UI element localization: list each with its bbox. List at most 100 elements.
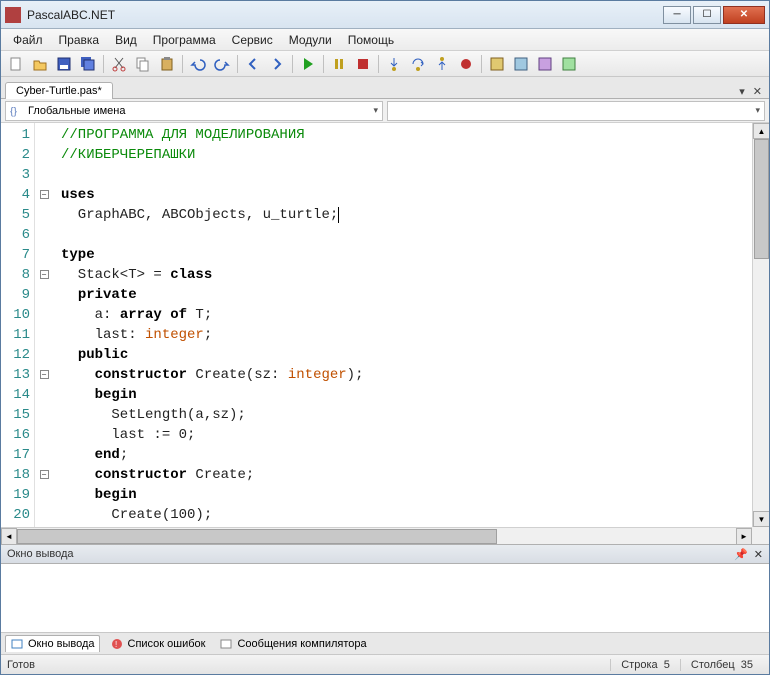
close-button[interactable]: ✕: [723, 6, 765, 24]
open-file-button[interactable]: [29, 53, 51, 75]
paste-button[interactable]: [156, 53, 178, 75]
code-line[interactable]: [61, 225, 752, 245]
menu-сервис[interactable]: Сервис: [224, 31, 281, 49]
module4-button[interactable]: [558, 53, 580, 75]
menu-программа[interactable]: Программа: [145, 31, 224, 49]
step-over-button[interactable]: [407, 53, 429, 75]
bottom-tab-1[interactable]: !Список ошибок: [106, 636, 210, 652]
vertical-scroll-thumb[interactable]: [754, 139, 769, 259]
line-number: 10: [1, 305, 30, 325]
save-file-button[interactable]: [53, 53, 75, 75]
menu-помощь[interactable]: Помощь: [340, 31, 402, 49]
nav-back-button[interactable]: [242, 53, 264, 75]
toggle-bp-button[interactable]: [455, 53, 477, 75]
module1-button[interactable]: [486, 53, 508, 75]
fold-gutter: − − − −: [35, 123, 53, 527]
code-line[interactable]: end;: [61, 445, 752, 465]
step-out-icon: [434, 56, 450, 72]
toolbar: [1, 51, 769, 77]
copy-icon: [135, 56, 151, 72]
cut-button[interactable]: [108, 53, 130, 75]
module3-button[interactable]: [534, 53, 556, 75]
panel-close-icon[interactable]: ✕: [754, 548, 763, 561]
code-line[interactable]: last := 0;: [61, 425, 752, 445]
code-line[interactable]: begin: [61, 385, 752, 405]
code-line[interactable]: Stack<T> = class: [61, 265, 752, 285]
vertical-scrollbar[interactable]: ▲ ▼: [752, 123, 769, 527]
line-number: 14: [1, 385, 30, 405]
minimize-button[interactable]: ─: [663, 6, 691, 24]
code-line[interactable]: SetLength(a,sz);: [61, 405, 752, 425]
undo-button[interactable]: [187, 53, 209, 75]
tab-dropdown-icon[interactable]: ▾: [736, 85, 748, 98]
code-line[interactable]: Create(100);: [61, 505, 752, 525]
code-line[interactable]: //КИБЕРЧЕРЕПАШКИ: [61, 145, 752, 165]
svg-text:!: !: [115, 640, 117, 649]
code-line[interactable]: private: [61, 285, 752, 305]
menubar: ФайлПравкаВидПрограммаСервисМодулиПомощь: [1, 29, 769, 51]
horizontal-scrollbar[interactable]: ◄ ►: [1, 527, 752, 544]
code-line[interactable]: begin: [61, 485, 752, 505]
pin-icon[interactable]: 📌: [734, 548, 748, 561]
pause-button[interactable]: [328, 53, 350, 75]
output-panel-body[interactable]: [1, 564, 769, 632]
new-file-button[interactable]: [5, 53, 27, 75]
pause-icon: [331, 56, 347, 72]
horizontal-scroll-thumb[interactable]: [17, 529, 497, 544]
bottom-tab-0[interactable]: Окно вывода: [5, 635, 100, 652]
save-all-button[interactable]: [77, 53, 99, 75]
code-line[interactable]: uses: [61, 185, 752, 205]
code-line[interactable]: public: [61, 345, 752, 365]
copy-button[interactable]: [132, 53, 154, 75]
scroll-down-button[interactable]: ▼: [753, 511, 769, 527]
code-line[interactable]: constructor Create(sz: integer);: [61, 365, 752, 385]
line-number: 13: [1, 365, 30, 385]
fold-marker: [35, 445, 53, 465]
code-line[interactable]: a: array of T;: [61, 305, 752, 325]
statusbar: Готов Строка 5 Столбец 35: [1, 654, 769, 674]
step-into-button[interactable]: [383, 53, 405, 75]
fold-marker[interactable]: −: [35, 185, 53, 205]
bottom-tab-icon: [10, 637, 24, 651]
scope-combo[interactable]: {} Глобальные имена ▾: [5, 101, 383, 121]
fold-marker: [35, 165, 53, 185]
file-tab-row: Cyber-Turtle.pas* ▾ ✕: [1, 77, 769, 99]
stop-button[interactable]: [352, 53, 374, 75]
fold-marker[interactable]: −: [35, 465, 53, 485]
member-combo[interactable]: ▾: [387, 101, 765, 121]
menu-файл[interactable]: Файл: [5, 31, 51, 49]
tab-close-icon[interactable]: ✕: [750, 85, 765, 98]
maximize-button[interactable]: ☐: [693, 6, 721, 24]
code-line[interactable]: last: integer;: [61, 325, 752, 345]
module3-icon: [537, 56, 553, 72]
module2-button[interactable]: [510, 53, 532, 75]
scroll-left-button[interactable]: ◄: [1, 528, 17, 545]
line-number: 16: [1, 425, 30, 445]
redo-button[interactable]: [211, 53, 233, 75]
step-into-icon: [386, 56, 402, 72]
window-title: PascalABC.NET: [27, 8, 661, 22]
code-line[interactable]: [61, 165, 752, 185]
scroll-right-button[interactable]: ►: [736, 528, 752, 545]
menu-модули[interactable]: Модули: [281, 31, 340, 49]
code-line[interactable]: GraphABC, ABCObjects, u_turtle;: [61, 205, 752, 225]
nav-back-icon: [245, 56, 261, 72]
step-out-button[interactable]: [431, 53, 453, 75]
code-line[interactable]: type: [61, 245, 752, 265]
code-line[interactable]: //ПРОГРАММА ДЛЯ МОДЕЛИРОВАНИЯ: [61, 125, 752, 145]
file-tab[interactable]: Cyber-Turtle.pas*: [5, 82, 113, 99]
save-all-icon: [80, 56, 96, 72]
fold-marker[interactable]: −: [35, 365, 53, 385]
fold-marker: [35, 325, 53, 345]
nav-fwd-button[interactable]: [266, 53, 288, 75]
code-line[interactable]: constructor Create;: [61, 465, 752, 485]
bottom-tab-2[interactable]: Сообщения компилятора: [215, 636, 370, 652]
menu-правка[interactable]: Правка: [51, 31, 108, 49]
code-area[interactable]: //ПРОГРАММА ДЛЯ МОДЕЛИРОВАНИЯ//КИБЕРЧЕРЕ…: [53, 123, 752, 527]
run-button[interactable]: [297, 53, 319, 75]
scroll-up-button[interactable]: ▲: [753, 123, 769, 139]
menu-вид[interactable]: Вид: [107, 31, 145, 49]
fold-marker[interactable]: −: [35, 265, 53, 285]
chevron-down-icon: ▾: [373, 105, 378, 116]
undo-icon: [190, 56, 206, 72]
